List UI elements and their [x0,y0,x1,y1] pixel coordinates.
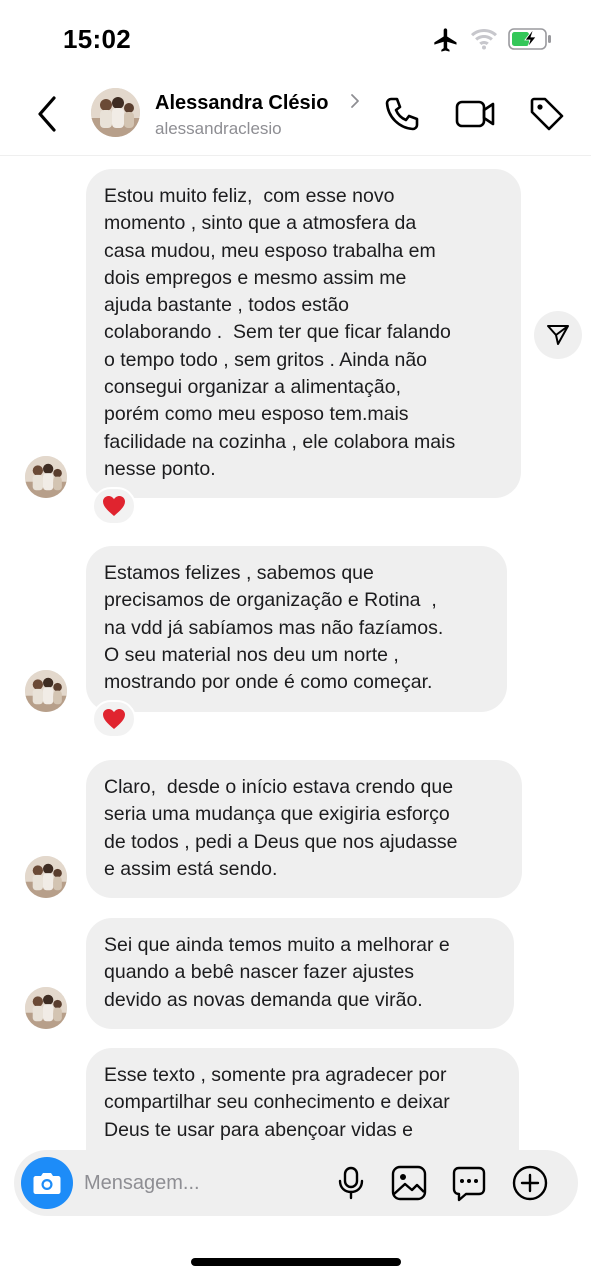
share-button[interactable] [534,311,582,359]
status-bar: 15:02 [0,0,591,78]
back-chevron-icon[interactable] [30,92,70,136]
video-camera-icon[interactable] [454,94,496,134]
contact-name[interactable]: Alessandra Clésio [155,92,328,115]
header-divider [0,155,591,156]
heart-icon [103,496,125,516]
home-indicator [191,1258,401,1266]
camera-icon [33,1173,61,1194]
phone-icon[interactable] [382,94,422,134]
message-text: Estou muito feliz, com esse novo momento… [104,185,456,480]
message-text: Estamos felizes , sabemos que precisamos… [104,562,444,694]
avatar[interactable] [25,670,67,712]
message-bubble[interactable]: Estamos felizes , sabemos que precisamos… [86,546,507,712]
avatar[interactable] [91,88,140,137]
message-text: Esse texto , somente pra agradecer por c… [104,1064,450,1141]
plus-circle-icon[interactable] [511,1164,549,1202]
message-input[interactable] [84,1168,314,1198]
message-composer [14,1150,578,1216]
wifi-icon [471,29,497,50]
sticker-icon[interactable] [450,1164,488,1202]
status-time: 15:02 [63,24,131,54]
camera-button[interactable] [21,1157,73,1209]
gallery-icon[interactable] [390,1164,428,1202]
heart-icon [103,709,125,729]
message-bubble[interactable]: Claro, desde o início estava crendo que … [86,760,522,898]
chevron-right-icon[interactable] [348,92,362,110]
send-icon [547,325,569,345]
contact-handle[interactable]: alessandraclesio [155,119,282,139]
microphone-icon[interactable] [332,1164,370,1202]
chat-header: Alessandra Clésio alessandraclesio [0,78,591,156]
message-bubble[interactable]: Estou muito feliz, com esse novo momento… [86,169,521,498]
airplane-icon [434,28,457,52]
avatar[interactable] [25,987,67,1029]
heart-reaction[interactable] [92,487,136,525]
battery-charging-icon [508,28,551,50]
message-text: Claro, desde o início estava crendo que … [104,776,458,880]
message-bubble[interactable]: Sei que ainda temos muito a melhorar e q… [86,918,514,1029]
heart-reaction[interactable] [92,700,136,738]
tag-icon[interactable] [527,94,567,134]
avatar[interactable] [25,456,67,498]
avatar[interactable] [25,856,67,898]
message-text: Sei que ainda temos muito a melhorar e q… [104,934,450,1011]
